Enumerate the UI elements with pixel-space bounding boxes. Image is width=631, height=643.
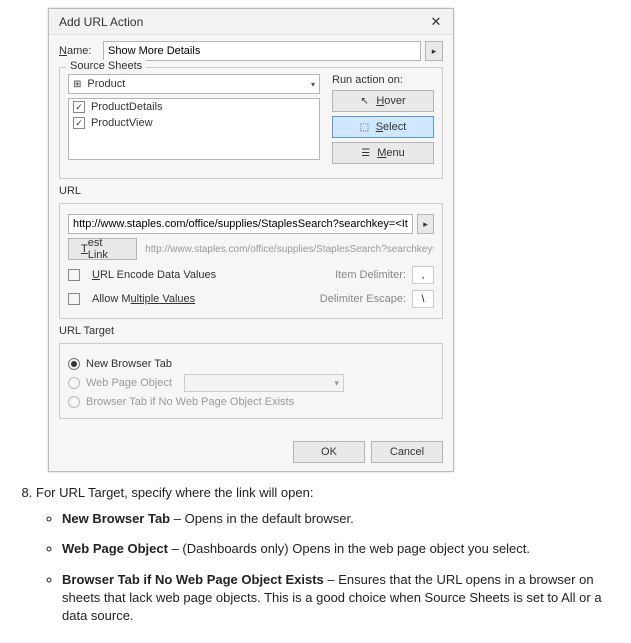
caret-right-icon: ▸ bbox=[432, 46, 437, 57]
url-target-fieldset: New Browser Tab Web Page Object ▾ Browse… bbox=[59, 343, 443, 419]
dialog-footer: OK Cancel bbox=[49, 433, 453, 471]
doc-bullet: Web Page Object – (Dashboards only) Open… bbox=[62, 540, 619, 558]
allow-multiple-checkbox[interactable] bbox=[68, 293, 80, 305]
dialog-title: Add URL Action bbox=[59, 15, 425, 29]
titlebar: Add URL Action ✕ bbox=[49, 9, 453, 35]
name-label: Name: bbox=[59, 45, 103, 57]
item-delimiter-input[interactable] bbox=[412, 266, 434, 284]
radio-wpo-label: Web Page Object bbox=[86, 377, 172, 389]
ok-button[interactable]: OK bbox=[293, 441, 365, 463]
sheet-dropdown-value: Product bbox=[87, 78, 311, 90]
radio-fallback[interactable] bbox=[68, 396, 80, 408]
dialog-body: Name: ▸ Source Sheets ⊞ Product ▾ ✓ Prod… bbox=[49, 35, 453, 433]
radio-web-page-object[interactable] bbox=[68, 377, 80, 389]
radio-new-tab-label: New Browser Tab bbox=[86, 358, 172, 370]
checkbox-checked-icon[interactable]: ✓ bbox=[73, 101, 85, 113]
delimiter-escape-input[interactable] bbox=[412, 290, 434, 308]
web-page-object-combo[interactable]: ▾ bbox=[184, 374, 344, 392]
caret-right-icon: ▸ bbox=[423, 219, 428, 230]
sheet-dropdown[interactable]: ⊞ Product ▾ bbox=[68, 74, 320, 94]
documentation-text: For URL Target, specify where the link w… bbox=[0, 472, 631, 643]
name-row: Name: ▸ bbox=[59, 41, 443, 61]
sheet-icon: ⊞ bbox=[73, 79, 81, 90]
url-input[interactable] bbox=[68, 214, 413, 234]
source-sheets-fieldset: Source Sheets ⊞ Product ▾ ✓ ProductDetai… bbox=[59, 67, 443, 179]
select-icon: ⬚ bbox=[360, 122, 370, 133]
close-button[interactable]: ✕ bbox=[425, 13, 447, 31]
cursor-icon: ↖ bbox=[360, 96, 370, 107]
chevron-down-icon: ▾ bbox=[311, 80, 315, 89]
close-icon: ✕ bbox=[431, 14, 442, 30]
select-button[interactable]: ⬚ Select bbox=[332, 116, 434, 138]
url-fieldset: ▸ Test Link http://www.staples.com/offic… bbox=[59, 203, 443, 319]
sheet-name: ProductView bbox=[91, 117, 153, 129]
allow-multiple-label: Allow Multiple Values bbox=[92, 293, 195, 305]
menu-button[interactable]: ☰ Menu bbox=[332, 142, 434, 164]
doc-step: For URL Target, specify where the link w… bbox=[36, 484, 619, 625]
hover-button[interactable]: ↖ Hover bbox=[332, 90, 434, 112]
chevron-down-icon: ▾ bbox=[334, 378, 339, 389]
list-item[interactable]: ✓ ProductDetails bbox=[69, 99, 319, 115]
doc-bullet: Browser Tab if No Web Page Object Exists… bbox=[62, 571, 619, 626]
cancel-button[interactable]: Cancel bbox=[371, 441, 443, 463]
run-action-on-label: Run action on: bbox=[332, 74, 434, 86]
menu-icon: ☰ bbox=[361, 148, 371, 159]
sheet-list[interactable]: ✓ ProductDetails ✓ ProductView bbox=[68, 98, 320, 160]
name-input[interactable] bbox=[103, 41, 421, 61]
delimiter-escape-label: Delimiter Escape: bbox=[320, 293, 406, 305]
url-preview: http://www.staples.com/office/supplies/S… bbox=[145, 244, 434, 255]
url-menu-button[interactable]: ▸ bbox=[417, 214, 434, 234]
radio-new-tab[interactable] bbox=[68, 358, 80, 370]
encode-checkbox[interactable] bbox=[68, 269, 80, 281]
list-item[interactable]: ✓ ProductView bbox=[69, 115, 319, 131]
test-link-button[interactable]: Test Link bbox=[68, 238, 137, 260]
source-sheets-label: Source Sheets bbox=[66, 60, 146, 72]
name-menu-button[interactable]: ▸ bbox=[425, 41, 443, 61]
radio-fallback-label: Browser Tab if No Web Page Object Exists bbox=[86, 396, 294, 408]
sheet-name: ProductDetails bbox=[91, 101, 163, 113]
checkbox-checked-icon[interactable]: ✓ bbox=[73, 117, 85, 129]
item-delimiter-label: Item Delimiter: bbox=[335, 269, 406, 281]
encode-label: URL Encode Data Values bbox=[92, 269, 216, 281]
add-url-action-dialog: Add URL Action ✕ Name: ▸ Source Sheets ⊞… bbox=[48, 8, 454, 472]
url-target-label: URL Target bbox=[59, 325, 443, 337]
doc-bullet: New Browser Tab – Opens in the default b… bbox=[62, 510, 619, 528]
url-section-label: URL bbox=[59, 185, 443, 197]
